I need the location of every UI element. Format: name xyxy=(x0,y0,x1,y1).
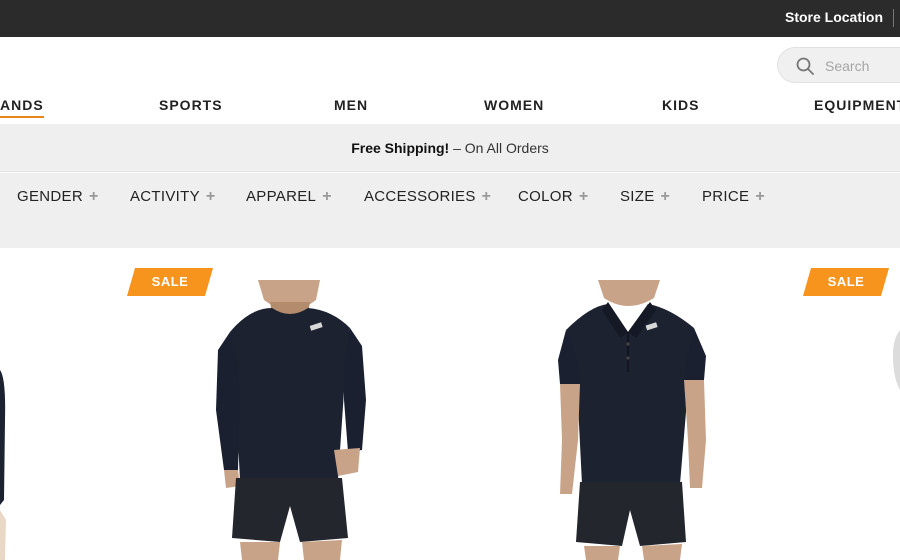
filter-label: APPAREL xyxy=(246,188,317,205)
filter-bar: GENDER + ACTIVITY + APPAREL + ACCESSORIES + … xyxy=(0,173,900,248)
plus-icon: + xyxy=(755,188,765,205)
plus-icon: + xyxy=(88,188,99,205)
nav-item-kids[interactable]: KIDS xyxy=(662,97,699,113)
polo-shirt-image[interactable] xyxy=(550,280,715,560)
partial-product-image-right[interactable] xyxy=(890,330,900,390)
nav-item-women[interactable]: WOMEN xyxy=(484,97,544,113)
filter-apparel[interactable]: APPAREL + xyxy=(246,188,332,206)
plus-icon: + xyxy=(205,188,216,205)
nav-item-equipment[interactable]: EQUIPMENT xyxy=(814,97,900,113)
filter-label: SIZE xyxy=(620,188,655,205)
long-sleeve-shirt-image[interactable] xyxy=(210,280,375,560)
nav-item-sports[interactable]: SPORTS xyxy=(159,97,223,113)
filter-accessories[interactable]: ACCESSORIES + xyxy=(364,188,491,206)
plus-icon: + xyxy=(322,188,332,205)
sale-badge: SALE xyxy=(803,268,889,296)
shipping-text: Free Shipping! – On All Orders xyxy=(0,140,900,156)
filter-color[interactable]: COLOR + xyxy=(518,188,589,206)
store-location-link[interactable]: Store Location xyxy=(785,9,883,25)
partial-product-image-left[interactable] xyxy=(0,360,12,560)
topbar-divider xyxy=(893,9,894,27)
search-icon[interactable] xyxy=(796,57,814,75)
filter-activity[interactable]: ACTIVITY + xyxy=(130,188,216,206)
filter-label: COLOR xyxy=(518,188,573,205)
filter-label: ACCESSORIES xyxy=(364,188,476,205)
sale-badge-label: SALE xyxy=(827,274,865,289)
sale-badge-label: SALE xyxy=(151,274,189,289)
search-box[interactable] xyxy=(777,47,900,83)
shipping-banner: Free Shipping! – On All Orders xyxy=(0,124,900,172)
shipping-bold: Free Shipping! xyxy=(351,140,450,156)
filter-label: PRICE xyxy=(702,188,750,205)
sale-badge: SALE xyxy=(127,268,213,296)
plus-icon: + xyxy=(660,188,671,205)
filter-size[interactable]: SIZE + xyxy=(620,188,670,206)
plus-icon: + xyxy=(481,188,492,205)
nav-item-men[interactable]: MEN xyxy=(334,97,368,113)
top-bar: Store Location xyxy=(0,0,900,37)
nav-active-underline xyxy=(0,116,44,118)
nav-item-brands[interactable]: ANDS xyxy=(0,97,44,113)
filter-gender[interactable]: GENDER + xyxy=(17,188,99,206)
shipping-rest: – On All Orders xyxy=(449,140,549,156)
search-input[interactable] xyxy=(825,56,900,76)
filter-price[interactable]: PRICE + xyxy=(702,188,765,206)
filter-label: ACTIVITY xyxy=(130,188,200,205)
filter-label: GENDER xyxy=(17,188,83,205)
plus-icon: + xyxy=(578,188,589,205)
